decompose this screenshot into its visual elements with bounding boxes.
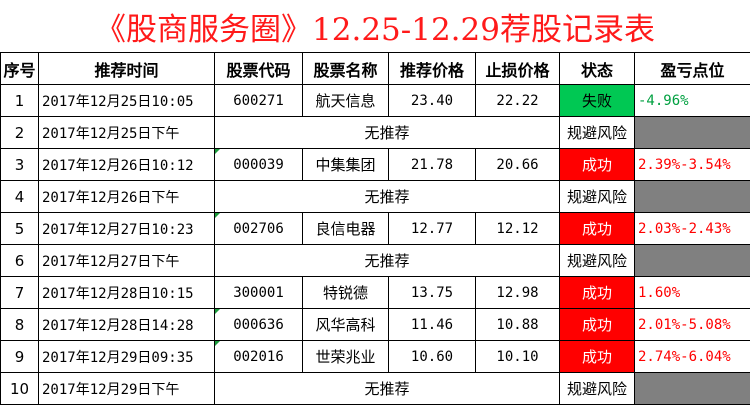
- row-no: 10: [0, 372, 39, 405]
- header-name: 股票名称: [302, 52, 389, 85]
- status-badge: 规避风险: [559, 180, 635, 213]
- row-time: 2017年12月25日下午: [38, 116, 215, 149]
- row-no-recommendation: 无推荐: [214, 116, 560, 149]
- row-stop: 12.98: [475, 276, 560, 309]
- header-no: 序号: [0, 52, 39, 85]
- row-time: 2017年12月26日10:12: [38, 148, 215, 181]
- table-row: 6 2017年12月27日下午 无推荐 规避风险: [0, 244, 750, 277]
- row-name: 良信电器: [302, 212, 389, 245]
- status-badge: 成功: [559, 308, 635, 341]
- row-time: 2017年12月29日下午: [38, 372, 215, 405]
- status-badge: 规避风险: [559, 372, 635, 405]
- row-pl: 2.39%-3.54%: [634, 148, 750, 181]
- row-no-recommendation: 无推荐: [214, 180, 560, 213]
- header-status: 状态: [559, 52, 635, 85]
- record-rows: 1 2017年12月25日10:05 600271 航天信息 23.40 22.…: [0, 84, 750, 405]
- row-pl: -4.96%: [634, 84, 750, 117]
- row-name: 中集集团: [302, 148, 389, 181]
- row-no-recommendation: 无推荐: [214, 244, 560, 277]
- table-row: 5 2017年12月27日10:23 002706 良信电器 12.77 12.…: [0, 212, 750, 245]
- status-badge: 成功: [559, 340, 635, 373]
- row-no: 4: [0, 180, 39, 213]
- status-badge: 成功: [559, 276, 635, 309]
- table-row: 3 2017年12月26日10:12 000039 中集集团 21.78 20.…: [0, 148, 750, 181]
- row-code: 002016: [214, 340, 303, 373]
- row-name: 世荣兆业: [302, 340, 389, 373]
- record-table: 序号 推荐时间 股票代码 股票名称 推荐价格 止损价格 状态 盈亏点位 1 20…: [0, 52, 750, 405]
- header-code: 股票代码: [214, 52, 303, 85]
- row-stop: 22.22: [475, 84, 560, 117]
- row-time: 2017年12月25日10:05: [38, 84, 215, 117]
- status-badge: 失败: [559, 84, 635, 117]
- row-stop: 10.88: [475, 308, 560, 341]
- row-code: 300001: [214, 276, 303, 309]
- row-no: 3: [0, 148, 39, 181]
- table-row: 8 2017年12月28日14:28 000636 风华高科 11.46 10.…: [0, 308, 750, 341]
- row-time: 2017年12月27日10:23: [38, 212, 215, 245]
- row-pl: [634, 372, 750, 405]
- row-time: 2017年12月27日下午: [38, 244, 215, 277]
- row-pl: 1.60%: [634, 276, 750, 309]
- row-price: 10.60: [388, 340, 476, 373]
- row-time: 2017年12月26日下午: [38, 180, 215, 213]
- row-time: 2017年12月28日14:28: [38, 308, 215, 341]
- status-badge: 规避风险: [559, 244, 635, 277]
- row-name: 风华高科: [302, 308, 389, 341]
- row-code: 600271: [214, 84, 303, 117]
- row-time: 2017年12月29日09:35: [38, 340, 215, 373]
- stock-record-sheet: 《股商服务圈》12.25-12.29荐股记录表 序号 推荐时间 股票代码 股票名…: [0, 0, 750, 416]
- header-price: 推荐价格: [388, 52, 476, 85]
- row-no: 7: [0, 276, 39, 309]
- table-row: 4 2017年12月26日下午 无推荐 规避风险: [0, 180, 750, 213]
- table-row: 1 2017年12月25日10:05 600271 航天信息 23.40 22.…: [0, 84, 750, 117]
- row-price: 23.40: [388, 84, 476, 117]
- row-no-recommendation: 无推荐: [214, 372, 560, 405]
- row-pl: 2.03%-2.43%: [634, 212, 750, 245]
- row-no: 2: [0, 116, 39, 149]
- header-time: 推荐时间: [38, 52, 215, 85]
- header-stop: 止损价格: [475, 52, 560, 85]
- row-stop: 10.10: [475, 340, 560, 373]
- table-row: 10 2017年12月29日下午 无推荐 规避风险: [0, 372, 750, 405]
- row-pl: [634, 180, 750, 213]
- status-badge: 成功: [559, 212, 635, 245]
- header-row: 序号 推荐时间 股票代码 股票名称 推荐价格 止损价格 状态 盈亏点位: [0, 52, 750, 85]
- row-no: 8: [0, 308, 39, 341]
- row-code: 000039: [214, 148, 303, 181]
- row-pl: [634, 116, 750, 149]
- row-pl: 2.74%-6.04%: [634, 340, 750, 373]
- table-row: 2 2017年12月25日下午 无推荐 规避风险: [0, 116, 750, 149]
- header-pl: 盈亏点位: [634, 52, 750, 85]
- row-no: 5: [0, 212, 39, 245]
- row-code: 002706: [214, 212, 303, 245]
- row-no: 9: [0, 340, 39, 373]
- row-pl: [634, 244, 750, 277]
- row-time: 2017年12月28日10:15: [38, 276, 215, 309]
- row-pl: 2.01%-5.08%: [634, 308, 750, 341]
- table-row: 9 2017年12月29日09:35 002016 世荣兆业 10.60 10.…: [0, 340, 750, 373]
- status-badge: 成功: [559, 148, 635, 181]
- row-stop: 20.66: [475, 148, 560, 181]
- row-stop: 12.12: [475, 212, 560, 245]
- sheet-title: 《股商服务圈》12.25-12.29荐股记录表: [95, 11, 655, 48]
- row-no: 1: [0, 84, 39, 117]
- row-price: 12.77: [388, 212, 476, 245]
- row-price: 11.46: [388, 308, 476, 341]
- row-price: 13.75: [388, 276, 476, 309]
- row-name: 特锐德: [302, 276, 389, 309]
- row-name: 航天信息: [302, 84, 389, 117]
- row-no: 6: [0, 244, 39, 277]
- row-price: 21.78: [388, 148, 476, 181]
- table-row: 7 2017年12月28日10:15 300001 特锐德 13.75 12.9…: [0, 276, 750, 309]
- status-badge: 规避风险: [559, 116, 635, 149]
- row-code: 000636: [214, 308, 303, 341]
